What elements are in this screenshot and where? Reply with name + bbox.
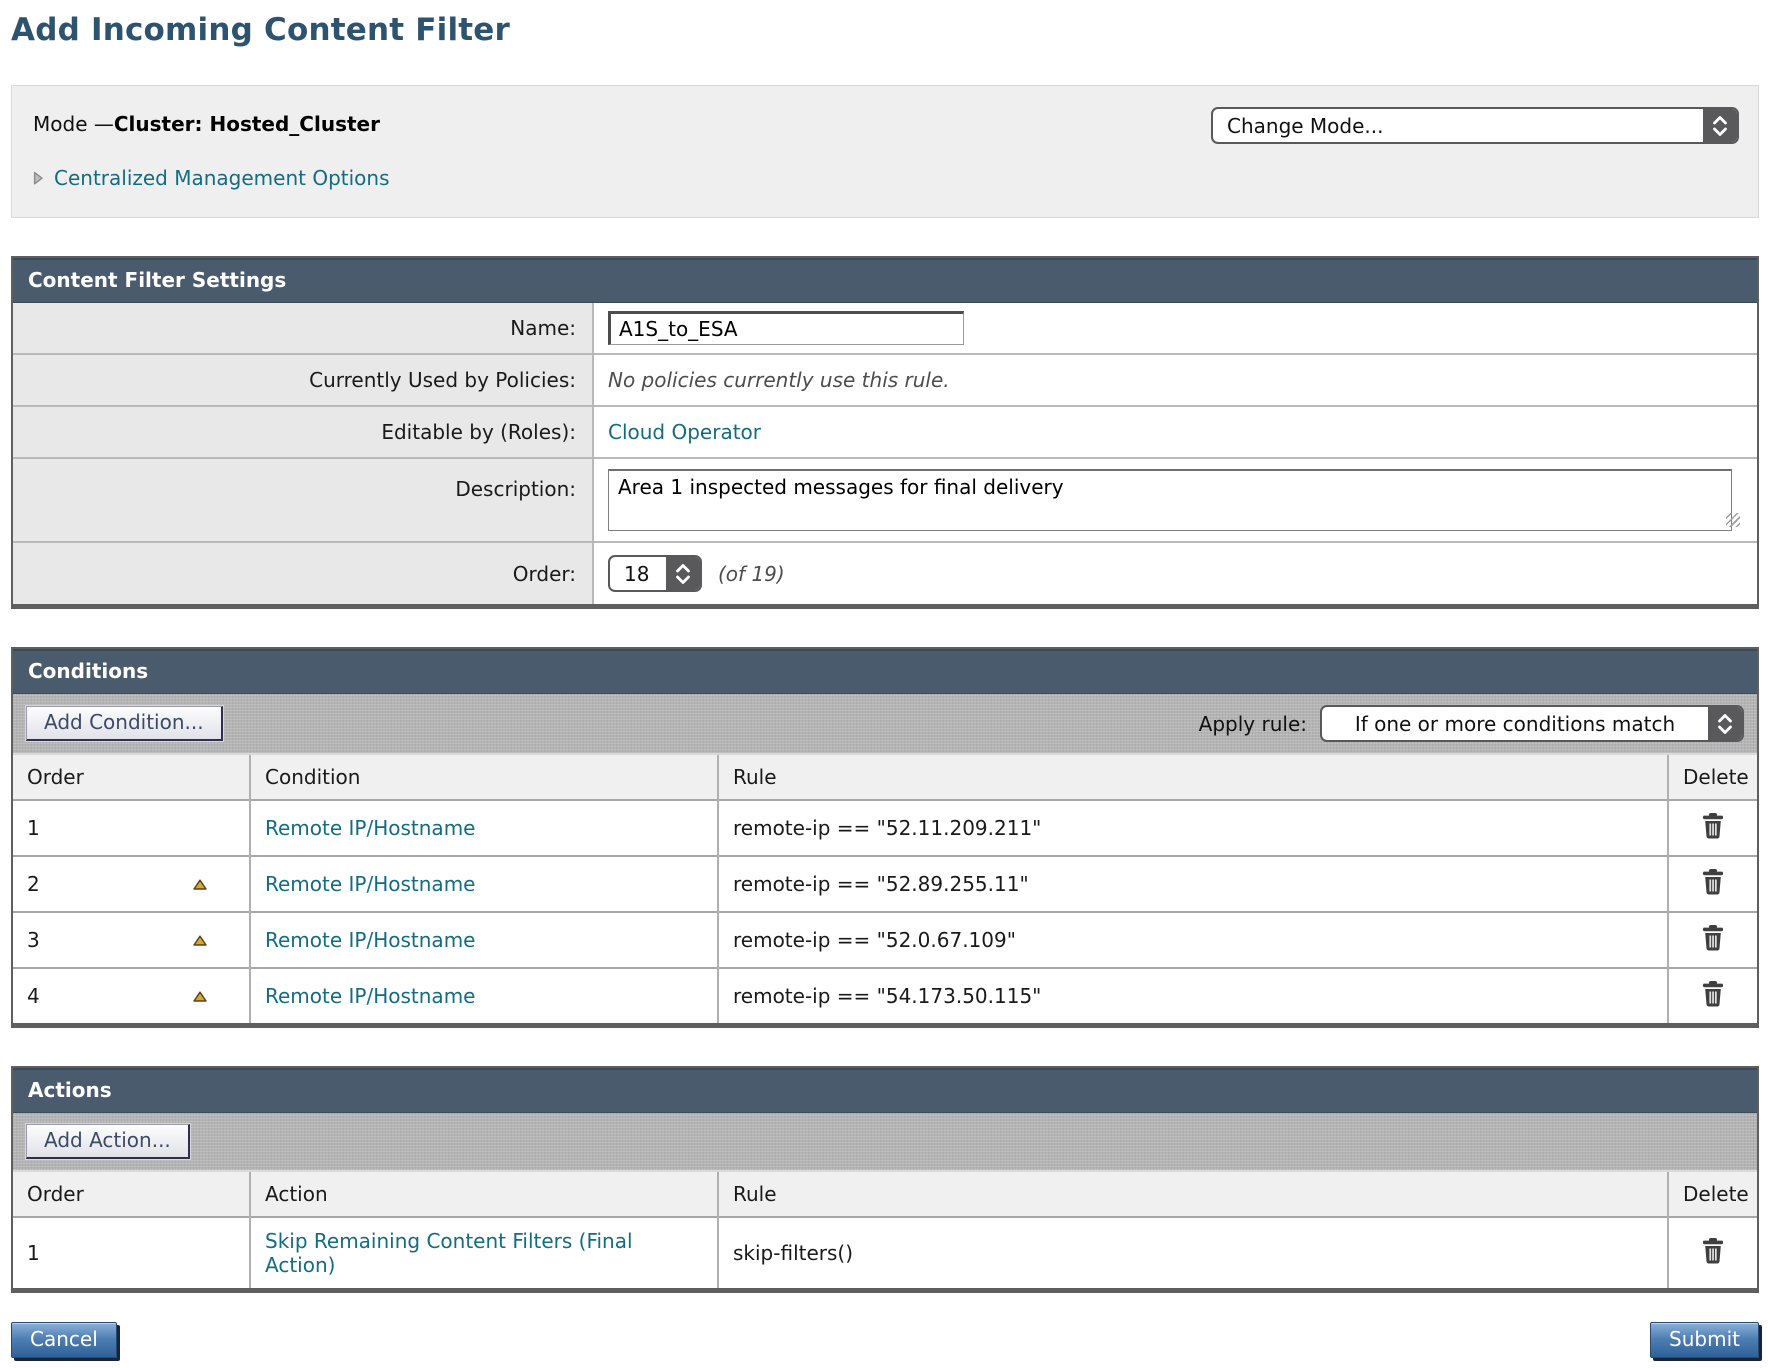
mode-panel: Mode —Cluster: Hosted_Cluster Change Mod… bbox=[11, 85, 1759, 218]
move-up-button[interactable] bbox=[193, 879, 207, 890]
table-row: Editable by (Roles): Cloud Operator bbox=[13, 406, 1757, 458]
right-triangle-icon bbox=[33, 171, 43, 186]
trash-icon bbox=[1700, 812, 1726, 839]
row-order: 2 bbox=[27, 872, 40, 896]
name-input[interactable] bbox=[608, 311, 964, 345]
col-header-order: Order bbox=[13, 755, 250, 800]
centralized-management-label: Centralized Management Options bbox=[54, 166, 390, 190]
rule-text: skip-filters() bbox=[718, 1217, 1668, 1288]
mode-value: Cluster: Hosted_Cluster bbox=[114, 112, 380, 136]
row-order: 1 bbox=[27, 1241, 40, 1265]
page-title: Add Incoming Content Filter bbox=[11, 12, 1759, 48]
policies-value: No policies currently use this rule. bbox=[608, 368, 950, 392]
submit-button[interactable]: Submit bbox=[1650, 1322, 1759, 1358]
row-order: 4 bbox=[27, 984, 40, 1008]
col-header-rule: Rule bbox=[718, 755, 1668, 800]
delete-condition-button[interactable] bbox=[1700, 924, 1726, 951]
rule-text: remote-ip == "52.0.67.109" bbox=[718, 912, 1668, 968]
col-header-order: Order bbox=[13, 1172, 250, 1217]
row-order: 3 bbox=[27, 928, 40, 952]
condition-link[interactable]: Remote IP/Hostname bbox=[265, 928, 475, 952]
condition-link[interactable]: Remote IP/Hostname bbox=[265, 872, 475, 896]
apply-rule-select-value: If one or more conditions match bbox=[1322, 707, 1708, 740]
condition-link[interactable]: Remote IP/Hostname bbox=[265, 984, 475, 1008]
action-link[interactable]: Skip Remaining Content Filters (Final Ac… bbox=[265, 1229, 657, 1277]
chevron-updown-icon bbox=[1703, 109, 1737, 142]
table-row: Description: Area 1 inspected messages f… bbox=[13, 458, 1757, 542]
chevron-updown-icon bbox=[1708, 707, 1742, 740]
section-conditions: Conditions Add Condition... Apply rule: … bbox=[11, 647, 1759, 1028]
delete-action-button[interactable] bbox=[1700, 1237, 1726, 1264]
up-triangle-icon bbox=[193, 935, 207, 946]
up-triangle-icon bbox=[193, 879, 207, 890]
delete-condition-button[interactable] bbox=[1700, 980, 1726, 1007]
order-total: (of 19) bbox=[718, 562, 785, 586]
section-content-filter-settings: Content Filter Settings Name: Currently … bbox=[11, 256, 1759, 609]
description-label: Description: bbox=[13, 458, 593, 542]
table-row: 1 Skip Remaining Content Filters (Final … bbox=[13, 1217, 1757, 1288]
description-textarea[interactable]: Area 1 inspected messages for final deli… bbox=[608, 469, 1732, 531]
row-order: 1 bbox=[27, 816, 40, 840]
actions-section-title: Actions bbox=[13, 1068, 1757, 1113]
apply-rule-label: Apply rule: bbox=[1199, 712, 1307, 736]
editable-roles-link[interactable]: Cloud Operator bbox=[608, 420, 761, 444]
rule-text: remote-ip == "52.89.255.11" bbox=[718, 856, 1668, 912]
page: Add Incoming Content Filter Mode —Cluste… bbox=[0, 0, 1770, 1368]
trash-icon bbox=[1700, 868, 1726, 895]
conditions-section-title: Conditions bbox=[13, 649, 1757, 694]
centralized-management-link[interactable]: Centralized Management Options bbox=[33, 166, 390, 190]
rule-text: remote-ip == "54.173.50.115" bbox=[718, 968, 1668, 1023]
order-label: Order: bbox=[13, 542, 593, 604]
trash-icon bbox=[1700, 980, 1726, 1007]
order-select[interactable]: 18 bbox=[608, 555, 702, 592]
order-select-value: 18 bbox=[610, 557, 666, 590]
col-header-delete: Delete bbox=[1668, 755, 1757, 800]
col-header-condition: Condition bbox=[250, 755, 718, 800]
col-header-action: Action bbox=[250, 1172, 718, 1217]
cancel-button[interactable]: Cancel bbox=[11, 1322, 117, 1358]
rule-text: remote-ip == "52.11.209.211" bbox=[718, 800, 1668, 856]
col-header-delete: Delete bbox=[1668, 1172, 1757, 1217]
table-row: Name: bbox=[13, 303, 1757, 354]
apply-rule-select[interactable]: If one or more conditions match bbox=[1320, 705, 1744, 742]
add-action-button[interactable]: Add Action... bbox=[26, 1124, 190, 1159]
delete-condition-button[interactable] bbox=[1700, 812, 1726, 839]
resize-grip-icon[interactable] bbox=[1726, 513, 1740, 527]
section-actions: Actions Add Action... Order Action Rule … bbox=[11, 1066, 1759, 1293]
table-row: Currently Used by Policies: No policies … bbox=[13, 354, 1757, 406]
actions-toolbar: Add Action... bbox=[13, 1113, 1757, 1172]
actions-table: Order Action Rule Delete 1 Skip Remainin… bbox=[13, 1172, 1757, 1288]
table-header-row: Order Condition Rule Delete bbox=[13, 755, 1757, 800]
change-mode-select-value: Change Mode... bbox=[1213, 109, 1703, 142]
table-row: 4 Remote IP/Hostname remote-ip == "54.17… bbox=[13, 968, 1757, 1023]
condition-link[interactable]: Remote IP/Hostname bbox=[265, 816, 475, 840]
col-header-rule: Rule bbox=[718, 1172, 1668, 1217]
up-triangle-icon bbox=[193, 991, 207, 1002]
add-condition-button[interactable]: Add Condition... bbox=[26, 706, 223, 741]
table-row: 3 Remote IP/Hostname remote-ip == "52.0.… bbox=[13, 912, 1757, 968]
table-row: 1 Remote IP/Hostname remote-ip == "52.11… bbox=[13, 800, 1757, 856]
move-up-button[interactable] bbox=[193, 991, 207, 1002]
conditions-table: Order Condition Rule Delete 1 Remote IP/… bbox=[13, 755, 1757, 1023]
change-mode-select[interactable]: Change Mode... bbox=[1211, 107, 1739, 144]
table-header-row: Order Action Rule Delete bbox=[13, 1172, 1757, 1217]
trash-icon bbox=[1700, 1237, 1726, 1264]
settings-table: Name: Currently Used by Policies: No pol… bbox=[13, 303, 1757, 604]
name-label: Name: bbox=[13, 303, 593, 354]
table-row: Order: 18 (of 19) bbox=[13, 542, 1757, 604]
mode-label: Mode — bbox=[33, 112, 114, 136]
footer: Cancel Submit bbox=[11, 1322, 1759, 1358]
policies-label: Currently Used by Policies: bbox=[13, 354, 593, 406]
move-up-button[interactable] bbox=[193, 935, 207, 946]
chevron-updown-icon bbox=[666, 557, 700, 590]
roles-label: Editable by (Roles): bbox=[13, 406, 593, 458]
table-row: 2 Remote IP/Hostname remote-ip == "52.89… bbox=[13, 856, 1757, 912]
conditions-toolbar: Add Condition... Apply rule: If one or m… bbox=[13, 694, 1757, 755]
trash-icon bbox=[1700, 924, 1726, 951]
settings-section-title: Content Filter Settings bbox=[13, 258, 1757, 303]
delete-condition-button[interactable] bbox=[1700, 868, 1726, 895]
